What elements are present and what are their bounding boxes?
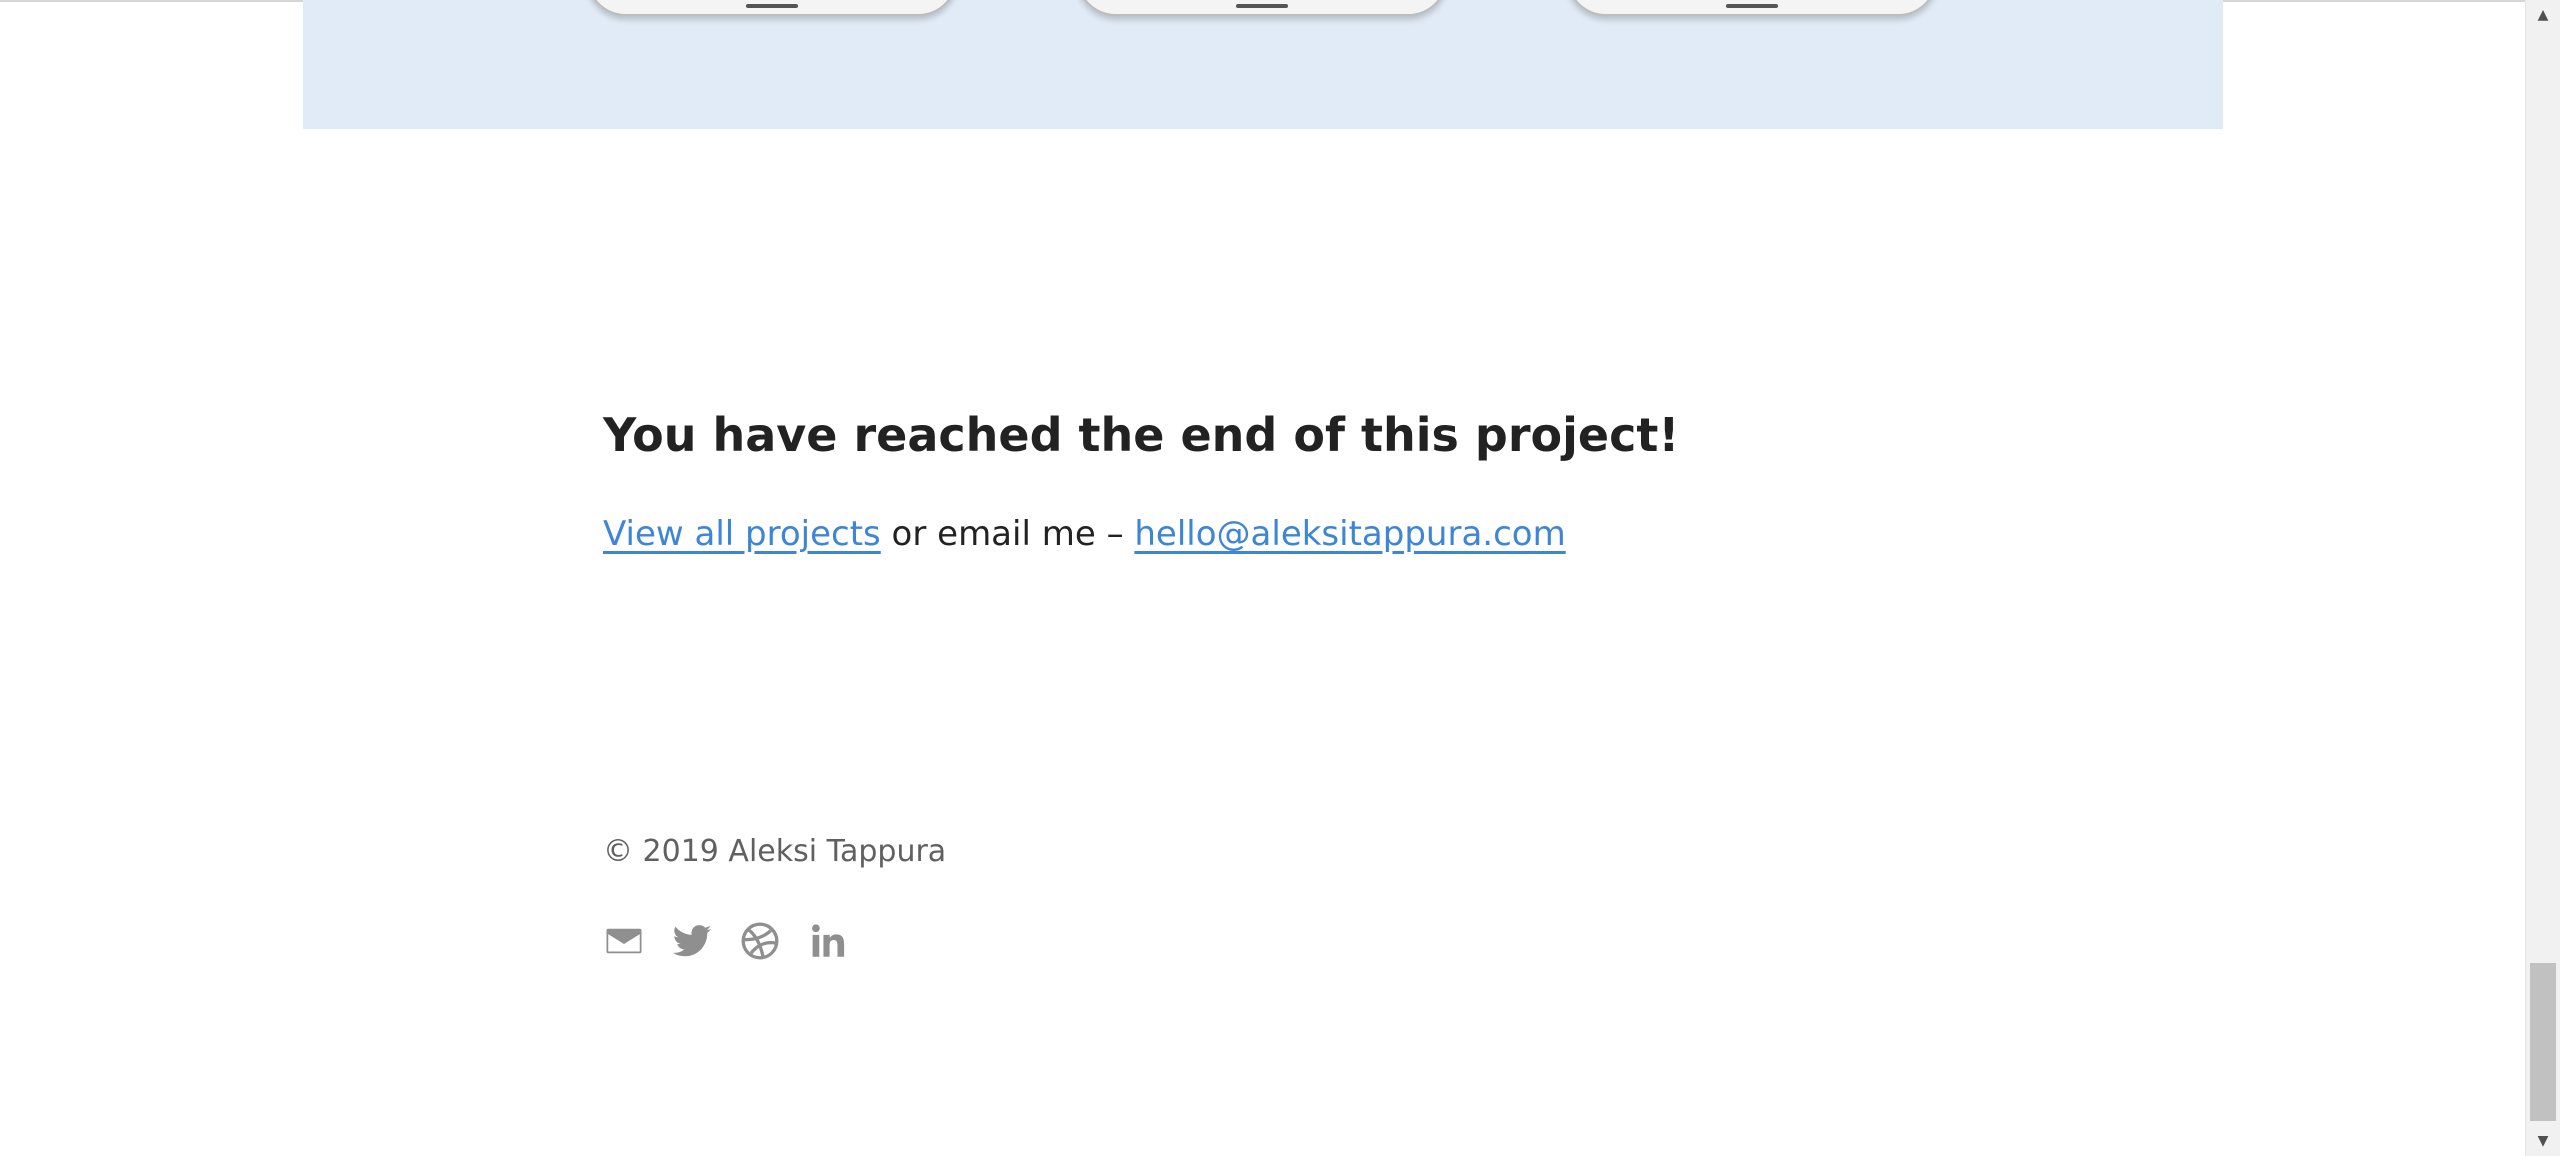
twitter-icon[interactable]: [671, 920, 713, 962]
phone-port: [1726, 4, 1778, 8]
vertical-scrollbar[interactable]: ▲ ▼: [2525, 0, 2560, 1156]
phone-mockup-3: [1566, 0, 1938, 16]
mail-icon[interactable]: [603, 920, 645, 962]
end-of-project-heading: You have reached the end of this project…: [603, 408, 1680, 462]
email-connector-text: or email me –: [880, 514, 1135, 554]
phone-mockup-2: [1076, 0, 1448, 16]
phone-port: [1236, 4, 1288, 8]
scroll-thumb[interactable]: [2530, 963, 2556, 1121]
email-link[interactable]: hello@aleksitappura.com: [1134, 514, 1565, 554]
view-all-projects-link[interactable]: View all projects: [603, 514, 881, 554]
scroll-down-arrow-icon[interactable]: ▼: [2526, 1126, 2560, 1156]
dribbble-icon[interactable]: [739, 920, 781, 962]
project-showcase-band: [303, 0, 2223, 129]
end-of-project-links: View all projects or email me – hello@al…: [603, 514, 1566, 554]
linkedin-icon[interactable]: [807, 920, 849, 962]
scroll-up-arrow-icon[interactable]: ▲: [2526, 0, 2560, 30]
phone-port: [746, 4, 798, 8]
page: You have reached the end of this project…: [0, 0, 2560, 1156]
social-links: [603, 920, 875, 962]
phone-mockup-1: [586, 0, 958, 16]
copyright-text: © 2019 Aleksi Tappura: [603, 834, 947, 869]
